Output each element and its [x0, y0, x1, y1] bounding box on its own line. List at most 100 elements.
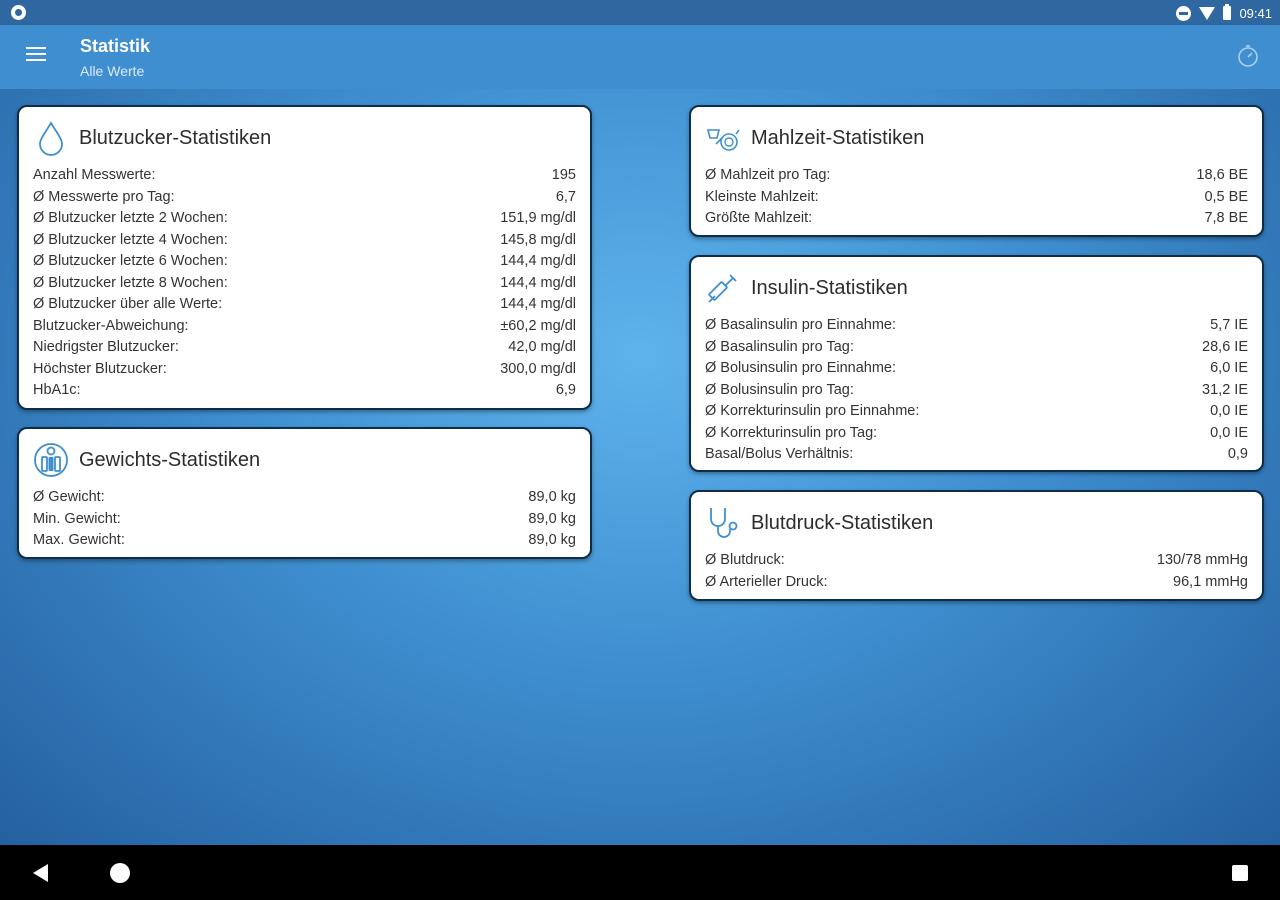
stat-value: ±60,2 mg/dl [500, 317, 576, 334]
card-insulin[interactable]: Insulin-Statistiken Ø Basalinsulin pro E… [689, 255, 1264, 472]
stat-row: Anzahl Messwerte: 195 [33, 165, 576, 187]
home-icon[interactable] [110, 863, 130, 883]
stats-list: Anzahl Messwerte: 195 Ø Messwerte pro Tag… [33, 165, 576, 402]
stat-row: Blutzucker-Abweichung: ±60,2 mg/dl [33, 316, 576, 338]
stat-row: Basal/Bolus Verhältnis: 0,9 [705, 444, 1248, 466]
stat-value: 0,9 [1227, 446, 1248, 462]
stats-list: Ø Mahlzeit pro Tag: 18,6 BE Kleinste Mahl… [705, 165, 1248, 230]
stat-label: Ø Basalinsulin pro Einnahme: [705, 317, 897, 333]
stat-value: 89,0 kg [528, 532, 576, 548]
card-mahlzeit[interactable]: Mahlzeit-Statistiken Ø Mahlzeit pro Tag:… [689, 105, 1264, 237]
stat-label: Ø Blutzucker letzte 4 Wochen: [33, 231, 228, 248]
stat-label: Kleinste Mahlzeit: [705, 188, 819, 205]
stat-label: Ø Gewicht: [33, 489, 105, 505]
stat-row: Ø Mahlzeit pro Tag: 18,6 BE [705, 165, 1248, 187]
stat-row: Ø Bolusinsulin pro Einnahme: 6,0 IE [705, 358, 1248, 380]
card-title: Insulin-Statistiken [751, 276, 908, 299]
stat-label: Niedrigster Blutzucker: [33, 339, 179, 355]
status-icons: 09:41 [1176, 3, 1272, 23]
stat-value: 144,4 mg/dl [500, 274, 576, 291]
stat-label: Ø Blutzucker letzte 8 Wochen: [33, 274, 228, 291]
card-blutzucker[interactable]: Blutzucker-Statistiken Anzahl Messwerte:… [17, 105, 592, 410]
page-title: Statistik [80, 36, 151, 56]
stat-row: Ø Korrekturinsulin pro Einnahme: 0,0 IE [705, 401, 1248, 423]
stat-row: Ø Messwerte pro Tag: 6,7 [33, 187, 576, 209]
stat-label: Ø Bolusinsulin pro Tag: [705, 381, 854, 398]
stat-label: Ø Basalinsulin pro Tag: [705, 338, 854, 355]
stat-label: Max. Gewicht: [33, 532, 125, 548]
stat-value: 28,6 IE [1202, 338, 1248, 355]
stat-value: 7,8 BE [1204, 210, 1248, 226]
stat-row: Ø Blutzucker über alle Werte: 144,4 mg/dl [33, 294, 576, 316]
stat-row: Höchster Blutzucker: 300,0 mg/dl [33, 359, 576, 381]
battery-icon [1223, 4, 1232, 20]
stat-label: Anzahl Messwerte: [33, 167, 156, 183]
stat-label: Basal/Bolus Verhältnis: [705, 446, 854, 462]
stat-row: Kleinste Mahlzeit: 0,5 BE [705, 187, 1248, 209]
card-title: Blutdruck-Statistiken [751, 511, 934, 534]
page-subtitle: Alle Werte [80, 63, 145, 79]
stat-label: Ø Blutzucker über alle Werte: [33, 296, 223, 312]
stat-row: Ø Gewicht: 89,0 kg [33, 487, 576, 509]
meal-icon [706, 129, 740, 151]
do-not-disturb-icon [1176, 5, 1192, 21]
stat-value: 144,4 mg/dl [500, 296, 576, 312]
card-gewicht[interactable]: Gewichts-Statistiken Ø Gewicht: 89,0 kg M… [17, 427, 592, 559]
stat-label: Ø Blutzucker letzte 6 Wochen: [33, 253, 228, 269]
stat-value: 195 [551, 167, 576, 183]
stat-value: 145,8 mg/dl [500, 231, 576, 248]
stat-value: 151,9 mg/dl [500, 210, 576, 226]
stat-value: 0,0 IE [1210, 424, 1248, 441]
stat-value: 0,5 BE [1204, 188, 1248, 205]
stat-label: Größte Mahlzeit: [705, 210, 813, 226]
stat-label: Ø Korrekturinsulin pro Tag: [705, 424, 878, 441]
card-title: Gewichts-Statistiken [79, 448, 261, 471]
stat-value: 89,0 kg [528, 510, 576, 527]
stat-row: HbA1c: 6,9 [33, 380, 576, 402]
content-area: Blutzucker-Statistiken Anzahl Messwerte:… [0, 89, 1280, 845]
stat-row: Ø Blutzucker letzte 8 Wochen: 144,4 mg/dl [33, 273, 576, 295]
status-time: 09:41 [1239, 5, 1272, 21]
stat-label: Ø Blutzucker letzte 2 Wochen: [33, 210, 228, 226]
drop-icon [39, 121, 63, 156]
stats-list: Ø Blutdruck: 130/78 mmHg Ø Arterieller Dr… [705, 550, 1248, 593]
stat-row: Ø Blutzucker letzte 4 Wochen: 145,8 mg/dl [33, 230, 576, 252]
stat-label: HbA1c: [33, 382, 81, 398]
stat-value: 0,0 IE [1210, 403, 1248, 419]
stat-row: Ø Arterieller Druck: 96,1 mmHg [705, 572, 1248, 594]
back-icon[interactable] [33, 864, 48, 882]
stat-row: Ø Blutzucker letzte 2 Wochen: 151,9 mg/dl [33, 208, 576, 230]
stat-value: 5,7 IE [1210, 317, 1248, 333]
card-blutdruck[interactable]: Blutdruck-Statistiken Ø Blutdruck: 130/78… [689, 490, 1264, 601]
stat-label: Höchster Blutzucker: [33, 360, 167, 377]
stat-row: Ø Basalinsulin pro Einnahme: 5,7 IE [705, 315, 1248, 337]
wifi-icon [1199, 6, 1216, 20]
stat-row: Ø Bolusinsulin pro Tag: 31,2 IE [705, 380, 1248, 402]
stat-label: Ø Mahlzeit pro Tag: [705, 167, 831, 183]
stat-value: 6,9 [555, 382, 576, 398]
stats-list: Ø Gewicht: 89,0 kg Min. Gewicht: 89,0 kg M… [33, 487, 576, 552]
menu-icon[interactable] [26, 47, 46, 63]
stat-value: 130/78 mmHg [1156, 552, 1248, 568]
stat-row: Max. Gewicht: 89,0 kg [33, 530, 576, 552]
stats-list: Ø Basalinsulin pro Einnahme: 5,7 IE Ø Bas… [705, 315, 1248, 466]
notification-icon [11, 5, 26, 20]
stat-row: Ø Korrekturinsulin pro Tag: 0,0 IE [705, 423, 1248, 445]
timer-icon[interactable] [1236, 44, 1260, 68]
stat-value: 18,6 BE [1196, 167, 1248, 183]
stat-value: 42,0 mg/dl [508, 339, 576, 355]
stat-label: Ø Messwerte pro Tag: [33, 188, 175, 205]
system-nav-bar [0, 845, 1280, 900]
stat-value: 6,7 [555, 188, 576, 205]
stat-label: Ø Arterieller Druck: [705, 573, 828, 590]
card-title: Blutzucker-Statistiken [79, 126, 272, 149]
syringe-icon [708, 274, 737, 303]
stat-value: 300,0 mg/dl [500, 360, 576, 377]
stat-value: 31,2 IE [1202, 381, 1248, 398]
app-bar: Statistik Alle Werte [0, 25, 1280, 89]
status-bar: 09:41 [0, 0, 1280, 25]
scale-icon [34, 443, 68, 477]
stat-value: 96,1 mmHg [1173, 573, 1248, 590]
recents-icon[interactable] [1232, 865, 1248, 881]
stat-label: Ø Blutdruck: [705, 552, 785, 568]
